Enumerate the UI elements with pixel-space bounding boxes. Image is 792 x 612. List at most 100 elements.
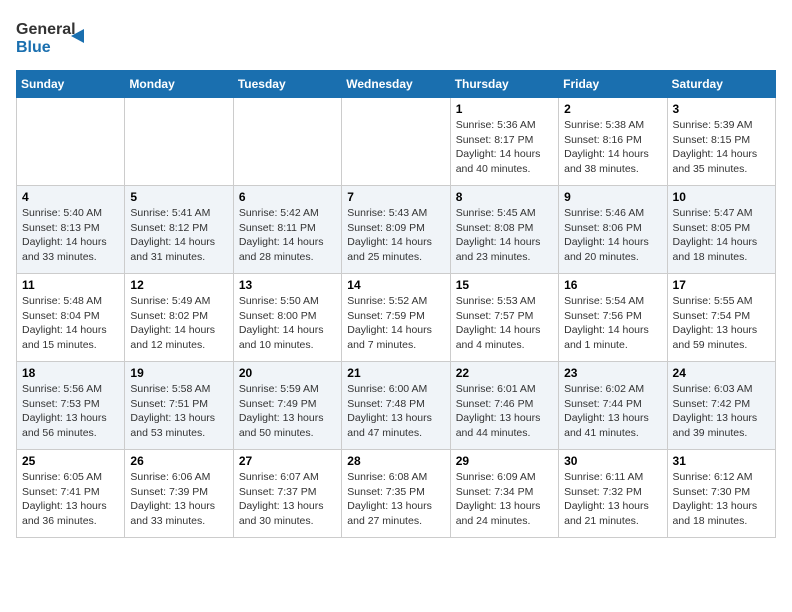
day-number: 7: [347, 190, 444, 204]
day-number: 16: [564, 278, 661, 292]
day-info: Sunrise: 6:12 AMSunset: 7:30 PMDaylight:…: [673, 470, 770, 529]
day-number: 4: [22, 190, 119, 204]
day-info: Sunrise: 5:55 AMSunset: 7:54 PMDaylight:…: [673, 294, 770, 353]
day-info: Sunrise: 5:41 AMSunset: 8:12 PMDaylight:…: [130, 206, 227, 265]
calendar-cell: [17, 98, 125, 186]
day-info: Sunrise: 5:45 AMSunset: 8:08 PMDaylight:…: [456, 206, 553, 265]
day-number: 25: [22, 454, 119, 468]
day-number: 30: [564, 454, 661, 468]
day-info: Sunrise: 5:36 AMSunset: 8:17 PMDaylight:…: [456, 118, 553, 177]
calendar-week-1: 1 Sunrise: 5:36 AMSunset: 8:17 PMDaylight…: [17, 98, 776, 186]
calendar-cell: 10Sunrise: 5:47 AMSunset: 8:05 PMDayligh…: [667, 186, 775, 274]
day-info: Sunrise: 6:06 AMSunset: 7:39 PMDaylight:…: [130, 470, 227, 529]
page-header: GeneralBlue: [16, 16, 776, 58]
calendar-cell: 23Sunrise: 6:02 AMSunset: 7:44 PMDayligh…: [559, 362, 667, 450]
day-number: 23: [564, 366, 661, 380]
calendar-cell: 29Sunrise: 6:09 AMSunset: 7:34 PMDayligh…: [450, 450, 558, 538]
day-info: Sunrise: 6:03 AMSunset: 7:42 PMDaylight:…: [673, 382, 770, 441]
calendar-cell: 31 Sunrise: 6:12 AMSunset: 7:30 PMDayligh…: [667, 450, 775, 538]
day-number: 5: [130, 190, 227, 204]
calendar-cell: 12 Sunrise: 5:49 AMSunset: 8:02 PMDayligh…: [125, 274, 233, 362]
day-number: 31: [673, 454, 770, 468]
day-number: 18: [22, 366, 119, 380]
calendar-cell: 2Sunrise: 5:38 AMSunset: 8:16 PMDaylight…: [559, 98, 667, 186]
calendar-cell: 26 Sunrise: 6:06 AMSunset: 7:39 PMDayligh…: [125, 450, 233, 538]
day-number: 12: [130, 278, 227, 292]
svg-text:General: General: [16, 21, 76, 38]
calendar-cell: 24Sunrise: 6:03 AMSunset: 7:42 PMDayligh…: [667, 362, 775, 450]
day-number: 1: [456, 102, 553, 116]
calendar-cell: [342, 98, 450, 186]
calendar-cell: [233, 98, 341, 186]
calendar-cell: 22 Sunrise: 6:01 AMSunset: 7:46 PMDayligh…: [450, 362, 558, 450]
day-number: 14: [347, 278, 444, 292]
day-info: Sunrise: 5:43 AMSunset: 8:09 PMDaylight:…: [347, 206, 444, 265]
day-info: Sunrise: 6:11 AMSunset: 7:32 PMDaylight:…: [564, 470, 661, 529]
day-number: 13: [239, 278, 336, 292]
day-info: Sunrise: 5:53 AMSunset: 7:57 PMDaylight:…: [456, 294, 553, 353]
day-info: Sunrise: 5:58 AMSunset: 7:51 PMDaylight:…: [130, 382, 227, 441]
calendar-cell: 19 Sunrise: 5:58 AMSunset: 7:51 PMDayligh…: [125, 362, 233, 450]
day-number: 6: [239, 190, 336, 204]
calendar-cell: 6 Sunrise: 5:42 AMSunset: 8:11 PMDaylight…: [233, 186, 341, 274]
calendar-week-2: 4 Sunrise: 5:40 AMSunset: 8:13 PMDaylight…: [17, 186, 776, 274]
day-info: Sunrise: 5:48 AMSunset: 8:04 PMDaylight:…: [22, 294, 119, 353]
day-number: 20: [239, 366, 336, 380]
calendar-cell: 11 Sunrise: 5:48 AMSunset: 8:04 PMDayligh…: [17, 274, 125, 362]
calendar-week-4: 18Sunrise: 5:56 AMSunset: 7:53 PMDayligh…: [17, 362, 776, 450]
calendar-cell: 25Sunrise: 6:05 AMSunset: 7:41 PMDayligh…: [17, 450, 125, 538]
logo: GeneralBlue: [16, 16, 96, 58]
day-number: 21: [347, 366, 444, 380]
day-info: Sunrise: 6:07 AMSunset: 7:37 PMDaylight:…: [239, 470, 336, 529]
day-number: 3: [673, 102, 770, 116]
day-info: Sunrise: 5:40 AMSunset: 8:13 PMDaylight:…: [22, 206, 119, 265]
day-info: Sunrise: 5:46 AMSunset: 8:06 PMDaylight:…: [564, 206, 661, 265]
day-number: 15: [456, 278, 553, 292]
day-info: Sunrise: 5:50 AMSunset: 8:00 PMDaylight:…: [239, 294, 336, 353]
calendar-cell: 17 Sunrise: 5:55 AMSunset: 7:54 PMDayligh…: [667, 274, 775, 362]
weekday-row: SundayMondayTuesdayWednesdayThursdayFrid…: [17, 71, 776, 98]
calendar-cell: 30 Sunrise: 6:11 AMSunset: 7:32 PMDayligh…: [559, 450, 667, 538]
day-number: 29: [456, 454, 553, 468]
logo-svg: GeneralBlue: [16, 16, 96, 58]
day-number: 19: [130, 366, 227, 380]
weekday-header-wednesday: Wednesday: [342, 71, 450, 98]
day-number: 28: [347, 454, 444, 468]
calendar-cell: 28 Sunrise: 6:08 AMSunset: 7:35 PMDayligh…: [342, 450, 450, 538]
weekday-header-tuesday: Tuesday: [233, 71, 341, 98]
calendar-table: SundayMondayTuesdayWednesdayThursdayFrid…: [16, 70, 776, 538]
day-info: Sunrise: 5:47 AMSunset: 8:05 PMDaylight:…: [673, 206, 770, 265]
weekday-header-sunday: Sunday: [17, 71, 125, 98]
day-number: 11: [22, 278, 119, 292]
day-number: 17: [673, 278, 770, 292]
calendar-cell: 14 Sunrise: 5:52 AMSunset: 7:59 PMDayligh…: [342, 274, 450, 362]
calendar-body: 1 Sunrise: 5:36 AMSunset: 8:17 PMDaylight…: [17, 98, 776, 538]
day-number: 2: [564, 102, 661, 116]
calendar-cell: 3 Sunrise: 5:39 AMSunset: 8:15 PMDaylight…: [667, 98, 775, 186]
calendar-cell: 21Sunrise: 6:00 AMSunset: 7:48 PMDayligh…: [342, 362, 450, 450]
day-info: Sunrise: 6:08 AMSunset: 7:35 PMDaylight:…: [347, 470, 444, 529]
day-info: Sunrise: 5:39 AMSunset: 8:15 PMDaylight:…: [673, 118, 770, 177]
calendar-cell: 15 Sunrise: 5:53 AMSunset: 7:57 PMDayligh…: [450, 274, 558, 362]
weekday-header-thursday: Thursday: [450, 71, 558, 98]
calendar-week-5: 25Sunrise: 6:05 AMSunset: 7:41 PMDayligh…: [17, 450, 776, 538]
calendar-cell: 9Sunrise: 5:46 AMSunset: 8:06 PMDaylight…: [559, 186, 667, 274]
day-info: Sunrise: 6:01 AMSunset: 7:46 PMDaylight:…: [456, 382, 553, 441]
day-number: 22: [456, 366, 553, 380]
svg-text:Blue: Blue: [16, 39, 51, 56]
day-info: Sunrise: 5:49 AMSunset: 8:02 PMDaylight:…: [130, 294, 227, 353]
calendar-cell: 18Sunrise: 5:56 AMSunset: 7:53 PMDayligh…: [17, 362, 125, 450]
calendar-cell: 16Sunrise: 5:54 AMSunset: 7:56 PMDayligh…: [559, 274, 667, 362]
day-info: Sunrise: 5:42 AMSunset: 8:11 PMDaylight:…: [239, 206, 336, 265]
calendar-cell: 13 Sunrise: 5:50 AMSunset: 8:00 PMDayligh…: [233, 274, 341, 362]
day-number: 26: [130, 454, 227, 468]
weekday-header-monday: Monday: [125, 71, 233, 98]
calendar-cell: [125, 98, 233, 186]
calendar-cell: 7 Sunrise: 5:43 AMSunset: 8:09 PMDaylight…: [342, 186, 450, 274]
weekday-header-saturday: Saturday: [667, 71, 775, 98]
calendar-cell: 5 Sunrise: 5:41 AMSunset: 8:12 PMDaylight…: [125, 186, 233, 274]
calendar-cell: 4 Sunrise: 5:40 AMSunset: 8:13 PMDaylight…: [17, 186, 125, 274]
day-info: Sunrise: 5:52 AMSunset: 7:59 PMDaylight:…: [347, 294, 444, 353]
calendar-cell: 1 Sunrise: 5:36 AMSunset: 8:17 PMDaylight…: [450, 98, 558, 186]
day-info: Sunrise: 5:59 AMSunset: 7:49 PMDaylight:…: [239, 382, 336, 441]
